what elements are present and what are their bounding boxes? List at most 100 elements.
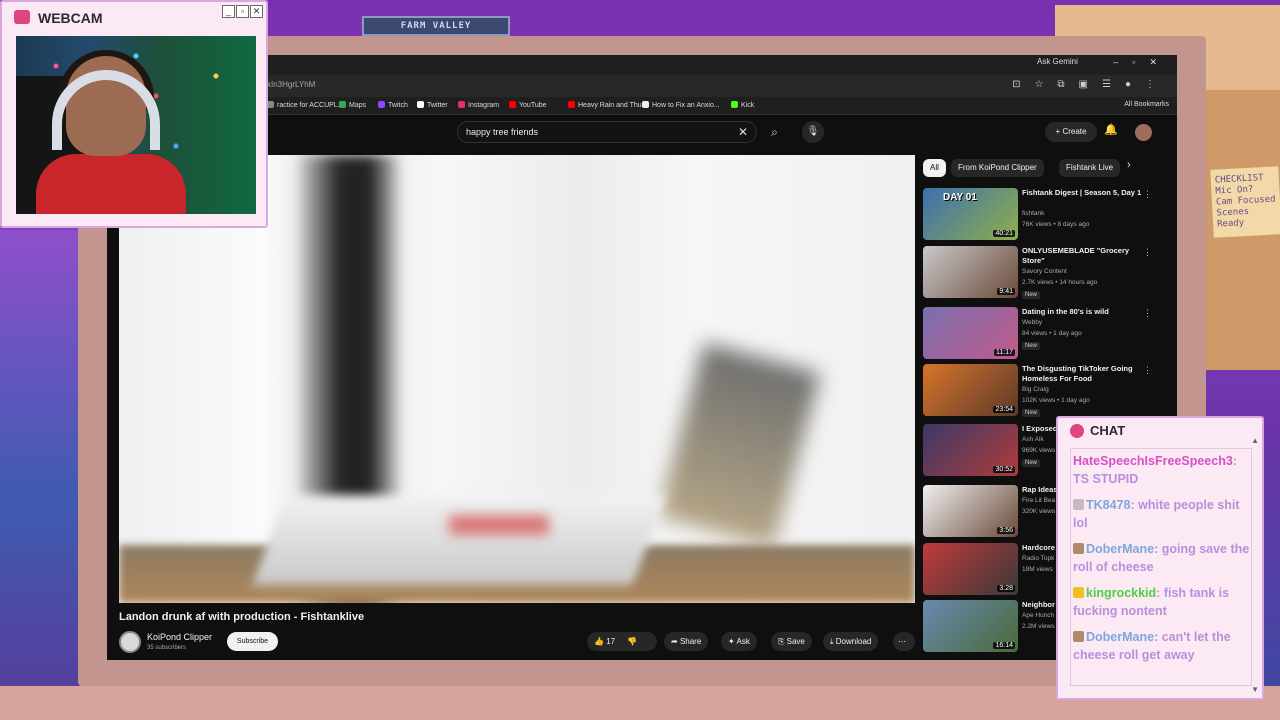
chat-message: kingrockkid: fish tank is fucking nonten… (1073, 584, 1251, 620)
download-button[interactable]: ⤓ Download (823, 632, 879, 651)
scroll-up-icon[interactable]: ▲ (1251, 436, 1259, 445)
recommendation-channel[interactable]: fishtank (1022, 210, 1044, 217)
video-thumbnail[interactable]: 16:14 (923, 600, 1018, 652)
recommendation-item[interactable]: 23:54 The Disgusting TikToker Going Homel… (923, 364, 1173, 417)
more-options-icon[interactable]: ⋮ (1143, 247, 1152, 258)
bookmark-item[interactable]: Maps (339, 101, 366, 109)
recommendation-channel[interactable]: Ash Alk (1022, 436, 1044, 443)
bookmark-item[interactable]: YouTube (509, 101, 547, 109)
recommendation-channel[interactable]: Big Craig (1022, 386, 1049, 393)
video-thumbnail[interactable]: 3:28 (923, 543, 1018, 595)
bookmark-item[interactable]: Twitter (417, 101, 448, 109)
chat-message: DoberMane: can't let the cheese roll get… (1073, 628, 1251, 664)
recommendation-channel[interactable]: Webby (1022, 319, 1042, 326)
recommendation-meta: 102K views • 1 day ago (1022, 397, 1090, 404)
recommendation-title[interactable]: Dating in the 80's is wild (1022, 307, 1147, 317)
bookmark-favicon-icon (378, 101, 385, 108)
search-input[interactable]: happy tree friends ✕ (457, 121, 757, 143)
share-button[interactable]: ➦ Share (664, 632, 709, 651)
video-thumbnail[interactable]: 9:41 (923, 246, 1018, 298)
chat-username[interactable]: TK8478 (1086, 498, 1130, 512)
chat-messages[interactable]: HateSpeechIsFreeSpeech3: TS STUPID TK8478… (1070, 448, 1252, 686)
avatar[interactable] (1135, 124, 1152, 141)
url-text[interactable]: kIn3HgrLYhM (267, 80, 315, 89)
recommendation-title[interactable]: The Disgusting TikToker Going Homeless F… (1022, 364, 1147, 384)
save-button[interactable]: ⎘ Save (771, 632, 812, 651)
note-line: Scenes Ready (1216, 206, 1250, 230)
notifications-bell-icon[interactable]: 🔔 (1104, 123, 1118, 136)
recommendation-item[interactable]: 9:41 ONLYUSEMEBLADE "Grocery Store" Savory… (923, 246, 1173, 299)
create-button[interactable]: + Create (1045, 122, 1097, 142)
microphone-icon[interactable]: 🎙 (802, 121, 824, 143)
bookmark-item[interactable]: Twitch (378, 101, 408, 109)
recommendation-item[interactable]: 11:17 Dating in the 80's is wild Webby 84 v… (923, 307, 1173, 359)
video-duration: 40:21 (993, 230, 1015, 237)
scroll-down-icon[interactable]: ▼ (1251, 685, 1259, 694)
camera-icon (14, 10, 30, 24)
thumbs-down-icon[interactable]: 👎 (627, 637, 637, 646)
video-frame-object (657, 342, 821, 548)
channel-name[interactable]: KoiPond Clipper (147, 632, 212, 642)
video-thumbnail[interactable]: 30:52 (923, 424, 1018, 476)
webcam-label: WEBCAM (38, 10, 103, 26)
video-thumbnail[interactable]: DAY 01 40:21 (923, 188, 1018, 240)
share-icon: ➦ (671, 637, 678, 646)
search-query[interactable]: happy tree friends (466, 127, 538, 137)
chat-label: CHAT (1090, 423, 1126, 438)
ask-gemini-button[interactable]: Ask Gemini (1037, 57, 1078, 66)
recommendation-item[interactable]: DAY 01 40:21 Fishtank Digest | Season 5, D… (923, 188, 1173, 240)
channel-avatar[interactable] (119, 631, 141, 653)
video-duration: 30:52 (993, 466, 1015, 473)
bookmark-label: Instagram (468, 102, 500, 109)
video-thumbnail[interactable]: 11:17 (923, 307, 1018, 359)
like-count: 17 (606, 637, 616, 646)
chat-username[interactable]: DoberMane (1086, 630, 1154, 644)
video-thumbnail[interactable]: 3:56 (923, 485, 1018, 537)
recommendation-channel[interactable]: Radio Topk (1022, 555, 1054, 562)
video-duration: 9:41 (997, 288, 1015, 295)
video-thumbnail[interactable]: 23:54 (923, 364, 1018, 416)
ask-label: Ask (736, 637, 750, 646)
bookmark-item[interactable]: Instagram (458, 101, 499, 109)
chip-fishtank-live[interactable]: Fishtank Live (1059, 159, 1121, 177)
new-badge: New (1022, 342, 1041, 350)
bookmark-item[interactable]: Kick (731, 101, 754, 109)
video-title: Landon drunk af with production - Fishta… (119, 611, 365, 623)
bookmark-icon: ⎘ (778, 637, 785, 646)
more-actions-icon[interactable]: ⋯ (893, 632, 915, 651)
recommendation-channel[interactable]: Savory Content (1022, 268, 1067, 275)
more-options-icon[interactable]: ⋮ (1143, 189, 1152, 200)
all-bookmarks-button[interactable]: All Bookmarks (1124, 101, 1169, 108)
toolbar-icons[interactable]: ⊡☆⧉▣☰●⋮ (1012, 79, 1169, 90)
chat-username[interactable]: HateSpeechIsFreeSpeech3 (1073, 454, 1233, 468)
minimize-icon[interactable]: _ (222, 5, 235, 18)
download-icon: ⤓ (830, 637, 834, 646)
maximize-icon[interactable]: ▫ (236, 5, 249, 18)
bookmark-item[interactable]: Heavy Rain and Thu... (568, 101, 648, 109)
more-options-icon[interactable]: ⋮ (1143, 308, 1152, 319)
chip-all[interactable]: All (923, 159, 946, 177)
recommendation-title[interactable]: Fishtank Digest | Season 5, Day 1 (1022, 188, 1147, 198)
chat-panel: CHAT HateSpeechIsFreeSpeech3: TS STUPID T… (1056, 416, 1264, 700)
ask-button[interactable]: ✦ Ask (721, 632, 757, 651)
subscribe-button[interactable]: Subscribe (227, 632, 278, 651)
recommendation-channel[interactable]: Fire Lit Bea (1022, 497, 1055, 504)
close-icon[interactable]: ✕ (250, 5, 263, 18)
like-dislike-button[interactable]: 👍 17 👎 (587, 632, 657, 651)
recommendation-title[interactable]: ONLYUSEMEBLADE "Grocery Store" (1022, 246, 1147, 266)
bookmark-item[interactable]: ractice for ACCUPL... (267, 101, 344, 109)
window-controls[interactable]: –▫✕ (1113, 57, 1171, 68)
bookmark-label: Heavy Rain and Thu... (578, 102, 648, 109)
search-icon[interactable]: ⌕ (762, 121, 787, 143)
recommendation-channel[interactable]: Ape Hunch (1022, 612, 1054, 619)
bookmark-favicon-icon (417, 101, 424, 108)
chat-message: TK8478: white people shit lol (1073, 496, 1251, 532)
bookmark-item[interactable]: How to Fix an Anxio... (642, 101, 720, 109)
chat-username[interactable]: DoberMane (1086, 542, 1154, 556)
thumbs-up-icon[interactable]: 👍 (594, 637, 604, 646)
chip-from-koipond-clipper[interactable]: From KoiPond Clipper (951, 159, 1044, 177)
clear-search-icon[interactable]: ✕ (738, 125, 748, 139)
more-options-icon[interactable]: ⋮ (1143, 365, 1152, 376)
chat-username[interactable]: kingrockkid (1086, 586, 1156, 600)
chevron-right-icon[interactable]: › (1127, 159, 1131, 171)
